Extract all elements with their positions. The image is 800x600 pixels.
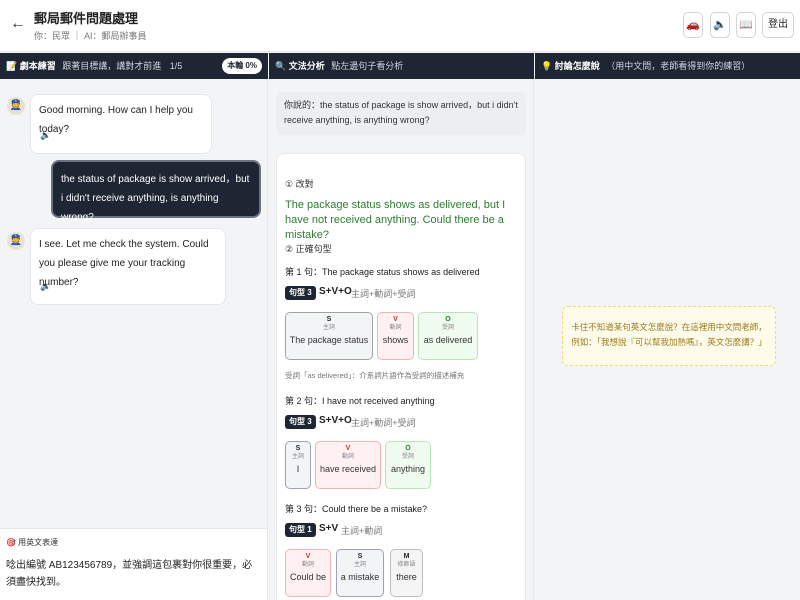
grammar-analysis-title: 文法分析 [288, 61, 325, 71]
corrected-sentence: The package status shows as delivered, b… [285, 199, 506, 241]
sentence-label: 第 1 句：The package status shows as delive… [285, 267, 480, 277]
speaker-icon[interactable]: 🔈 [39, 128, 53, 142]
pattern-tag: 句型 3 [285, 415, 316, 429]
page-subtitle: 你：民眾 ｜ AI：郵局辦事員 [34, 31, 147, 41]
speaker-icon[interactable]: 🔈 [710, 12, 730, 38]
discussion-hint: 卡住不知道某句英文怎麼說？在這裡用中文問老師，例如：「我想說『可以幫我加熱嗎』，… [562, 306, 776, 366]
script-practice-header: 📝 劇本練習 跟著目標講，講對才前進 1/5 本輪 0% [0, 53, 268, 79]
grammar-note: 受詞「as delivered」：介系詞片語作為受詞的描述補充 [285, 371, 465, 380]
analysis-card: ① 改對 The package status shows as deliver… [276, 153, 526, 600]
modifier-chip: M 修飾語 there [390, 549, 423, 597]
script-practice-subtitle: 跟著目標講，講對才前進 [62, 61, 162, 71]
verb-chip: V 動詞 Could be [285, 549, 331, 597]
pattern-formula: S+V+O [319, 286, 352, 297]
chat-panel: 👮 Good morning. How can I help you today… [0, 79, 268, 600]
progress-badge: 本輪 0% [222, 58, 262, 74]
section-corrected-title: ① 改對 [285, 179, 314, 189]
english-prompt-box: 🎯 用英文表達 唸出編號 AB123456789，並強調這包裹對你很重要，必須盡… [0, 528, 267, 600]
logout-button[interactable]: 登出 [762, 12, 794, 38]
app-header: ← 郵局郵件問題處理 你：民眾 ｜ AI：郵局辦事員 🚗 🔈 📖 登出 [0, 0, 800, 52]
pattern-formula-cn: 主詞+動詞+受詞 [351, 289, 416, 299]
pattern-formula-cn: 主詞+動詞 [341, 526, 383, 536]
section-pattern-title: ② 正確句型 [285, 244, 332, 254]
english-prompt-text: 唸出編號 AB123456789，並強調這包裹對你很重要，必須盡快找到。 [6, 560, 253, 588]
subject-chip: S 主詞 The package status [285, 312, 373, 360]
grammar-panel: 你說的：the status of package is show arrive… [269, 79, 534, 600]
ai-message-text: Good morning. How can I help you today? [39, 105, 193, 135]
pattern-formula: S+V [319, 523, 339, 534]
discussion-title: 討論怎麼說 [554, 61, 600, 71]
car-icon[interactable]: 🚗 [683, 12, 703, 38]
ai-message-text: I see. Let me check the system. Could yo… [39, 239, 209, 288]
magnifier-icon: 🔍 [275, 61, 287, 71]
page-title: 郵局郵件問題處理 [34, 11, 139, 26]
pattern-formula-cn: 主詞+動詞+受詞 [351, 418, 416, 428]
discussion-header: 💡 討論怎麼說 （用中文問，老師看得到你的練習） [535, 53, 800, 79]
object-chip: O 受詞 anything [385, 441, 431, 489]
officer-avatar: 👮 [7, 97, 25, 115]
pattern-formula: S+V+O [319, 415, 352, 426]
ai-message-bubble[interactable]: Good morning. How can I help you today? … [30, 94, 212, 154]
book-icon[interactable]: 📖 [736, 12, 756, 38]
page-counter: 1/5 [169, 61, 183, 71]
verb-chip: V 動詞 shows [377, 312, 414, 360]
sentence-label: 第 3 句：Could there be a mistake? [285, 504, 428, 514]
discussion-subtitle: （用中文問，老師看得到你的練習） [606, 61, 751, 71]
grammar-analysis-subtitle: 點左邊句子看分析 [331, 61, 404, 71]
you-said-box: 你說的：the status of package is show arrive… [276, 92, 526, 135]
ai-message-bubble[interactable]: I see. Let me check the system. Could yo… [30, 228, 226, 305]
pattern-tag: 句型 1 [285, 523, 316, 537]
officer-avatar: 👮 [7, 232, 25, 250]
english-prompt-label: 🎯 用英文表達 [6, 538, 59, 547]
user-message-text: the status of package is show arrived，bu… [61, 174, 250, 223]
memo-icon: 📝 [6, 61, 18, 71]
speaker-icon[interactable]: 🔈 [39, 279, 53, 293]
sentence-label: 第 2 句：I have not received anything [285, 396, 435, 406]
verb-chip: V 動詞 have received [315, 441, 381, 489]
lightbulb-icon: 💡 [541, 61, 553, 71]
script-practice-title: 劇本練習 [19, 61, 56, 71]
object-chip: O 受詞 as delivered [418, 312, 478, 360]
grammar-analysis-header: 🔍 文法分析 點左邊句子看分析 [269, 53, 534, 79]
user-message-bubble[interactable]: the status of package is show arrived，bu… [51, 160, 261, 223]
back-arrow-icon[interactable]: ← [10, 14, 26, 34]
pattern-tag: 句型 3 [285, 286, 316, 300]
subject-chip: S 主詞 I [285, 441, 311, 489]
discussion-panel: 卡住不知道某句英文怎麼說？在這裡用中文問老師，例如：「我想說『可以幫我加熱嗎』，… [535, 79, 800, 600]
subject-chip: S 主詞 a mistake [336, 549, 384, 597]
